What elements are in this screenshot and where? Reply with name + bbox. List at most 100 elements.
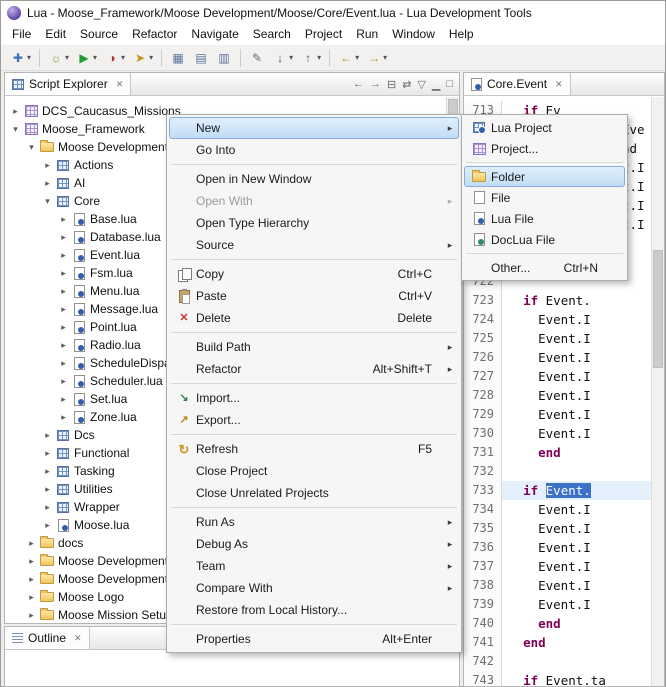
back-icon[interactable]: ← bbox=[353, 78, 364, 90]
context-menu-item-source[interactable]: Source▸ bbox=[169, 234, 459, 256]
dropdown-arrow-icon[interactable]: ▾ bbox=[65, 53, 69, 62]
expander-closed-icon[interactable]: ▸ bbox=[57, 286, 70, 297]
context-menu-item-open-with[interactable]: Open With▸ bbox=[169, 190, 459, 212]
code-line-728[interactable]: 728 Event.I bbox=[464, 386, 651, 405]
dropdown-arrow-icon[interactable]: ▾ bbox=[317, 53, 321, 62]
expander-open-icon[interactable]: ▾ bbox=[9, 124, 22, 135]
context-menu-item-open-in-new-window[interactable]: Open in New Window bbox=[169, 168, 459, 190]
context-menu-item-export[interactable]: ↗Export... bbox=[169, 409, 459, 431]
code-line-729[interactable]: 729 Event.I bbox=[464, 405, 651, 424]
code-line-731[interactable]: 731 end bbox=[464, 443, 651, 462]
expander-closed-icon[interactable]: ▸ bbox=[57, 304, 70, 315]
mark-occurrences-button[interactable]: ✎ bbox=[246, 47, 268, 69]
forward-button[interactable]: →▾ bbox=[363, 47, 390, 69]
submenu-item-lua-project[interactable]: Lua Project bbox=[464, 117, 625, 138]
context-menu-item-build-path[interactable]: Build Path▸ bbox=[169, 336, 459, 358]
expander-closed-icon[interactable]: ▸ bbox=[25, 538, 38, 549]
menubar-item-refactor[interactable]: Refactor bbox=[125, 25, 184, 43]
context-menu-item-close-project[interactable]: Close Project bbox=[169, 460, 459, 482]
expander-closed-icon[interactable]: ▸ bbox=[9, 106, 22, 117]
expander-closed-icon[interactable]: ▸ bbox=[25, 574, 38, 585]
close-icon[interactable]: ✕ bbox=[116, 79, 124, 90]
expander-closed-icon[interactable]: ▸ bbox=[57, 394, 70, 405]
context-menu-item-import[interactable]: ↘Import... bbox=[169, 387, 459, 409]
submenu-item-lua-file[interactable]: Lua File bbox=[464, 208, 625, 229]
code-line-730[interactable]: 730 Event.I bbox=[464, 424, 651, 443]
prev-annotation-button[interactable]: ↑▾ bbox=[297, 47, 324, 69]
menubar-item-navigate[interactable]: Navigate bbox=[184, 25, 245, 43]
context-menu-item-delete[interactable]: ✕DeleteDelete bbox=[169, 307, 459, 329]
table-1-button[interactable]: ▦ bbox=[167, 47, 189, 69]
expander-closed-icon[interactable]: ▸ bbox=[41, 520, 54, 531]
code-line-732[interactable]: 732 bbox=[464, 462, 651, 481]
expander-closed-icon[interactable]: ▸ bbox=[41, 484, 54, 495]
menubar-item-help[interactable]: Help bbox=[442, 25, 481, 43]
expander-closed-icon[interactable]: ▸ bbox=[57, 340, 70, 351]
expander-closed-icon[interactable]: ▸ bbox=[57, 232, 70, 243]
submenu-item-file[interactable]: File bbox=[464, 187, 625, 208]
expander-closed-icon[interactable]: ▸ bbox=[41, 430, 54, 441]
code-line-743[interactable]: 743 if Event.ta bbox=[464, 671, 651, 686]
code-line-735[interactable]: 735 Event.I bbox=[464, 519, 651, 538]
code-line-742[interactable]: 742 bbox=[464, 652, 651, 671]
code-line-741[interactable]: 741 end bbox=[464, 633, 651, 652]
code-line-724[interactable]: 724 Event.I bbox=[464, 310, 651, 329]
code-line-725[interactable]: 725 Event.I bbox=[464, 329, 651, 348]
menubar-item-run[interactable]: Run bbox=[349, 25, 385, 43]
submenu-item-doclua-file[interactable]: DocLua File bbox=[464, 229, 625, 250]
context-menu-item-new[interactable]: New▸ bbox=[169, 117, 459, 139]
context-menu-item-refresh[interactable]: ↻RefreshF5 bbox=[169, 438, 459, 460]
next-annotation-button[interactable]: ↓▾ bbox=[269, 47, 296, 69]
tab-script-explorer[interactable]: Script Explorer ✕ bbox=[5, 73, 131, 95]
expander-closed-icon[interactable]: ▸ bbox=[41, 502, 54, 513]
editor-scrollbar[interactable] bbox=[651, 97, 664, 686]
expander-open-icon[interactable]: ▾ bbox=[25, 142, 38, 153]
close-icon[interactable]: ✕ bbox=[74, 633, 82, 644]
external-tools-button[interactable]: ➤▾ bbox=[129, 47, 156, 69]
expander-closed-icon[interactable]: ▸ bbox=[25, 556, 38, 567]
tab-core-event[interactable]: Core.Event ✕ bbox=[464, 73, 571, 95]
maximize-icon[interactable]: □ bbox=[446, 78, 453, 90]
table-3-button[interactable]: ▥ bbox=[213, 47, 235, 69]
forward-icon[interactable]: → bbox=[370, 78, 381, 90]
context-menu-item-run-as[interactable]: Run As▸ bbox=[169, 511, 459, 533]
back-button[interactable]: ←▾ bbox=[335, 47, 362, 69]
minimize-icon[interactable]: ▁ bbox=[432, 78, 440, 91]
expander-open-icon[interactable]: ▾ bbox=[41, 196, 54, 207]
tab-outline[interactable]: Outline ✕ bbox=[5, 627, 90, 649]
submenu-item-folder[interactable]: Folder bbox=[464, 166, 625, 187]
menubar-item-source[interactable]: Source bbox=[73, 25, 125, 43]
submenu-item-project[interactable]: Project... bbox=[464, 138, 625, 159]
expander-closed-icon[interactable]: ▸ bbox=[41, 466, 54, 477]
context-menu-item-properties[interactable]: PropertiesAlt+Enter bbox=[169, 628, 459, 650]
coverage-button[interactable]: ◑▾ bbox=[101, 47, 128, 69]
expander-closed-icon[interactable]: ▸ bbox=[57, 358, 70, 369]
context-menu-item-restore-from-local-history[interactable]: Restore from Local History... bbox=[169, 599, 459, 621]
context-menu-item-refactor[interactable]: RefactorAlt+Shift+T▸ bbox=[169, 358, 459, 380]
expander-closed-icon[interactable]: ▸ bbox=[41, 160, 54, 171]
dropdown-arrow-icon[interactable]: ▾ bbox=[93, 53, 97, 62]
expander-closed-icon[interactable]: ▸ bbox=[57, 250, 70, 261]
table-2-button[interactable]: ▤ bbox=[190, 47, 212, 69]
dropdown-arrow-icon[interactable]: ▾ bbox=[355, 53, 359, 62]
context-menu-item-team[interactable]: Team▸ bbox=[169, 555, 459, 577]
code-line-723[interactable]: 723 if Event. bbox=[464, 291, 651, 310]
code-line-737[interactable]: 737 Event.I bbox=[464, 557, 651, 576]
dropdown-arrow-icon[interactable]: ▾ bbox=[289, 53, 293, 62]
link-with-editor-icon[interactable]: ⇄ bbox=[402, 78, 411, 91]
expander-closed-icon[interactable]: ▸ bbox=[41, 448, 54, 459]
menubar-item-search[interactable]: Search bbox=[246, 25, 298, 43]
view-menu-icon[interactable]: ▽ bbox=[417, 78, 425, 91]
code-line-738[interactable]: 738 Event.I bbox=[464, 576, 651, 595]
context-menu-item-close-unrelated-projects[interactable]: Close Unrelated Projects bbox=[169, 482, 459, 504]
code-line-740[interactable]: 740 end bbox=[464, 614, 651, 633]
expander-closed-icon[interactable]: ▸ bbox=[57, 412, 70, 423]
dropdown-arrow-icon[interactable]: ▾ bbox=[121, 53, 125, 62]
context-menu-item-copy[interactable]: CopyCtrl+C bbox=[169, 263, 459, 285]
debug-button[interactable]: ☼▾ bbox=[45, 47, 72, 69]
code-line-736[interactable]: 736 Event.I bbox=[464, 538, 651, 557]
expander-closed-icon[interactable]: ▸ bbox=[41, 178, 54, 189]
run-button[interactable]: ▶▾ bbox=[73, 47, 100, 69]
collapse-all-icon[interactable]: ⊟ bbox=[387, 78, 396, 91]
expander-closed-icon[interactable]: ▸ bbox=[57, 322, 70, 333]
